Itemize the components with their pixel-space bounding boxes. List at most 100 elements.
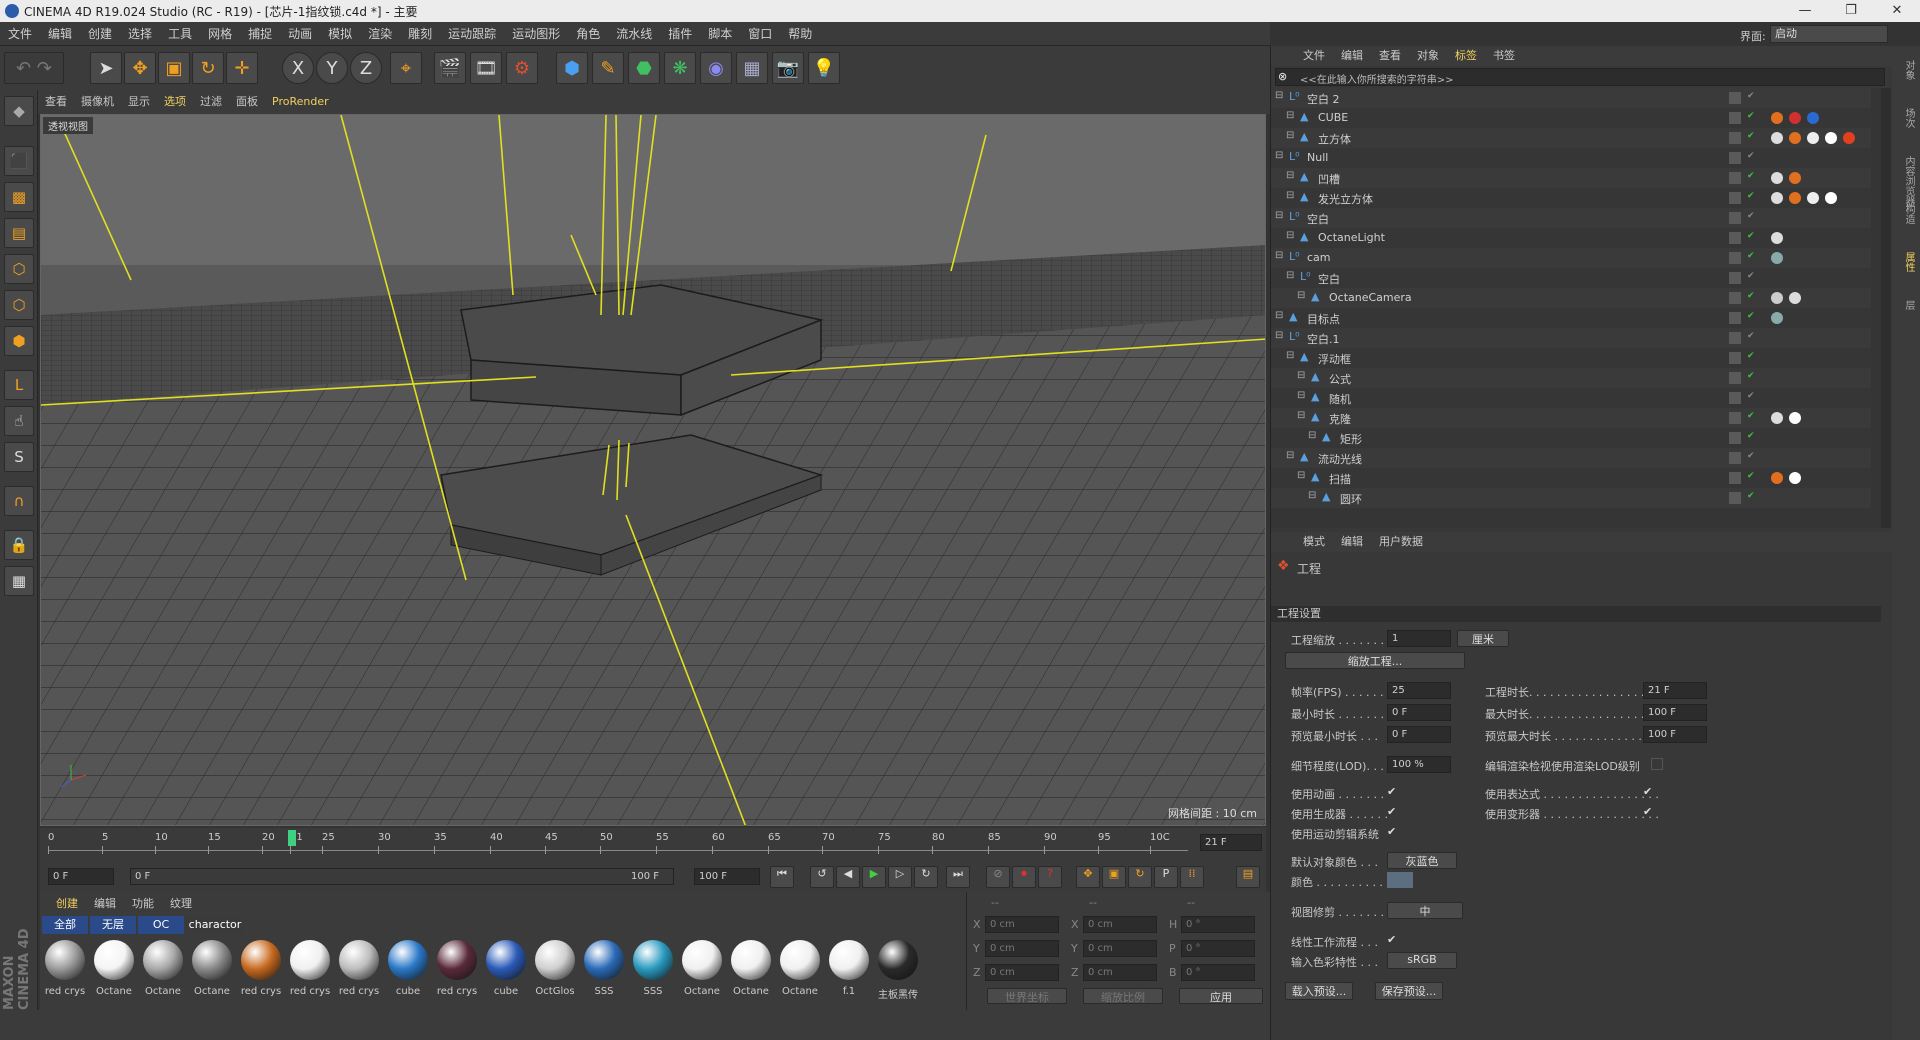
material-swatch[interactable]: Octane bbox=[728, 938, 774, 1002]
menu-item[interactable]: 帮助 bbox=[780, 22, 820, 46]
visibility-toggle-icon[interactable] bbox=[1729, 472, 1741, 484]
object-tag-icon[interactable] bbox=[1825, 192, 1837, 204]
menu-item[interactable]: 运动跟踪 bbox=[440, 22, 504, 46]
viewport-menu-item[interactable]: 摄像机 bbox=[74, 90, 121, 114]
duration-field[interactable]: 21 F bbox=[1643, 682, 1707, 699]
object-row[interactable]: ⊟ L⁰ cam ✔ bbox=[1271, 248, 1871, 268]
enable-toggle-icon[interactable]: ✔ bbox=[1747, 271, 1755, 281]
enable-toggle-icon[interactable]: ✔ bbox=[1747, 191, 1755, 201]
object-tag-icon[interactable] bbox=[1771, 252, 1783, 264]
maximize-button[interactable]: ❐ bbox=[1828, 0, 1874, 22]
material-menu-item[interactable]: 创建 bbox=[48, 894, 86, 914]
object-tag-icon[interactable] bbox=[1771, 312, 1783, 324]
expand-toggle-icon[interactable]: ⊟ bbox=[1308, 430, 1316, 441]
render-lod-checkbox[interactable] bbox=[1651, 758, 1663, 770]
object-tag-icon[interactable] bbox=[1789, 412, 1801, 424]
object-row[interactable]: ⊟ ▲ 圆环 ✔ bbox=[1271, 488, 1871, 508]
object-tag-icon[interactable] bbox=[1789, 172, 1801, 184]
material-swatch[interactable]: cube bbox=[385, 938, 431, 1002]
object-row[interactable]: ⊟ ▲ 凹槽 ✔ bbox=[1271, 168, 1871, 188]
render-picture-viewer-icon[interactable]: 🎞 bbox=[470, 52, 502, 84]
enable-toggle-icon[interactable]: ✔ bbox=[1747, 471, 1755, 481]
expand-toggle-icon[interactable]: ⊟ bbox=[1286, 270, 1294, 281]
record-keys-icon[interactable]: ⊘ bbox=[986, 866, 1010, 888]
material-filter-tab[interactable]: OC bbox=[138, 916, 184, 934]
enable-toggle-icon[interactable]: ✔ bbox=[1747, 431, 1755, 441]
viewport-menu-item[interactable]: 面板 bbox=[229, 90, 265, 114]
viewport-menu-item[interactable]: 显示 bbox=[121, 90, 157, 114]
visibility-toggle-icon[interactable] bbox=[1729, 452, 1741, 464]
object-tag-icon[interactable] bbox=[1771, 192, 1783, 204]
expand-toggle-icon[interactable]: ⊟ bbox=[1286, 450, 1294, 461]
key-pla-icon[interactable]: ⁞⁞ bbox=[1180, 866, 1204, 888]
viewport-menu-item[interactable]: ProRender bbox=[265, 90, 336, 114]
object-menu-item[interactable]: 查看 bbox=[1371, 46, 1409, 66]
max-time-field[interactable]: 100 F bbox=[1643, 704, 1707, 721]
expand-toggle-icon[interactable]: ⊟ bbox=[1297, 290, 1305, 301]
object-tag-icon[interactable] bbox=[1807, 192, 1819, 204]
object-tag-icon[interactable] bbox=[1789, 292, 1801, 304]
material-swatch[interactable]: Octane bbox=[777, 938, 823, 1002]
key-rotation-icon[interactable]: ↻ bbox=[1128, 866, 1152, 888]
z-axis-lock[interactable]: Z bbox=[350, 52, 382, 84]
side-tab[interactable]: 场次 bbox=[1896, 104, 1916, 132]
material-filter-tab[interactable]: 全部 bbox=[42, 916, 88, 934]
enable-toggle-icon[interactable]: ✔ bbox=[1747, 451, 1755, 461]
cloner-icon[interactable]: ❋ bbox=[664, 52, 696, 84]
unit-dropdown[interactable]: 厘米 bbox=[1457, 630, 1509, 647]
object-scrollbar[interactable] bbox=[1881, 88, 1891, 528]
record-active-icon[interactable]: ⏺ bbox=[1012, 866, 1036, 888]
side-tab[interactable]: 层 bbox=[1896, 296, 1916, 314]
lod-field[interactable]: 100 % bbox=[1387, 756, 1451, 773]
enable-toggle-icon[interactable]: ✔ bbox=[1747, 91, 1755, 101]
use-generators-checkbox[interactable]: ✔ bbox=[1387, 806, 1399, 818]
view-clipping-dropdown[interactable]: 中 bbox=[1387, 902, 1463, 919]
enable-toggle-icon[interactable]: ✔ bbox=[1747, 491, 1755, 501]
visibility-toggle-icon[interactable] bbox=[1729, 352, 1741, 364]
coord-value-field[interactable]: 0 cm bbox=[1083, 964, 1157, 981]
key-scale-icon[interactable]: ▣ bbox=[1102, 866, 1126, 888]
expand-toggle-icon[interactable]: ⊟ bbox=[1297, 410, 1305, 421]
menu-item[interactable]: 选择 bbox=[120, 22, 160, 46]
object-row[interactable]: ⊟ L⁰ 空白.1 ✔ bbox=[1271, 328, 1871, 348]
expand-toggle-icon[interactable]: ⊟ bbox=[1286, 350, 1294, 361]
menu-item[interactable]: 捕捉 bbox=[240, 22, 280, 46]
object-tag-icon[interactable] bbox=[1771, 232, 1783, 244]
model-mode-icon[interactable]: ⬛ bbox=[4, 146, 34, 176]
expand-toggle-icon[interactable]: ⊟ bbox=[1275, 250, 1283, 261]
menu-item[interactable]: 模拟 bbox=[320, 22, 360, 46]
planar-workplane-icon[interactable]: ▦ bbox=[4, 566, 34, 596]
key-param-icon[interactable]: P bbox=[1154, 866, 1178, 888]
go-to-end-icon[interactable]: ⏭ bbox=[946, 866, 970, 888]
transform-tool-icon[interactable]: ✛ bbox=[226, 52, 258, 84]
coord-value-field[interactable]: 0 ° bbox=[1181, 940, 1255, 957]
object-row[interactable]: ⊟ ▲ 发光立方体 ✔ bbox=[1271, 188, 1871, 208]
object-tag-icon[interactable] bbox=[1807, 112, 1819, 124]
edges-mode-icon[interactable]: ⬡ bbox=[4, 290, 34, 320]
menu-item[interactable]: 渲染 bbox=[360, 22, 400, 46]
expand-toggle-icon[interactable]: ⊟ bbox=[1275, 150, 1283, 161]
object-tag-icon[interactable] bbox=[1771, 112, 1783, 124]
menu-item[interactable]: 编辑 bbox=[40, 22, 80, 46]
deformer-icon[interactable]: ◉ bbox=[700, 52, 732, 84]
visibility-toggle-icon[interactable] bbox=[1729, 372, 1741, 384]
viewport-menu-item[interactable]: 过滤 bbox=[193, 90, 229, 114]
enable-toggle-icon[interactable]: ✔ bbox=[1747, 411, 1755, 421]
enable-toggle-icon[interactable]: ✔ bbox=[1747, 111, 1755, 121]
timeline-icon[interactable]: ▤ bbox=[1236, 866, 1260, 888]
expand-toggle-icon[interactable]: ⊟ bbox=[1286, 130, 1294, 141]
play-icon[interactable]: ▶ bbox=[862, 866, 886, 888]
attribute-menu-item[interactable]: 模式 bbox=[1295, 532, 1333, 552]
enable-toggle-icon[interactable]: ✔ bbox=[1747, 131, 1755, 141]
expand-toggle-icon[interactable]: ⊟ bbox=[1297, 390, 1305, 401]
visibility-toggle-icon[interactable] bbox=[1729, 272, 1741, 284]
enable-toggle-icon[interactable]: ✔ bbox=[1747, 251, 1755, 261]
object-row[interactable]: ⊟ ▲ CUBE ✔ bbox=[1271, 108, 1871, 128]
visibility-toggle-icon[interactable] bbox=[1729, 92, 1741, 104]
visibility-toggle-icon[interactable] bbox=[1729, 172, 1741, 184]
object-menu-item[interactable]: 标签 bbox=[1447, 46, 1485, 66]
material-swatch[interactable]: red crys bbox=[238, 938, 284, 1002]
tweak-mode-icon[interactable]: ☝ bbox=[4, 406, 34, 436]
expand-toggle-icon[interactable]: ⊟ bbox=[1286, 230, 1294, 241]
expand-toggle-icon[interactable]: ⊟ bbox=[1275, 210, 1283, 221]
